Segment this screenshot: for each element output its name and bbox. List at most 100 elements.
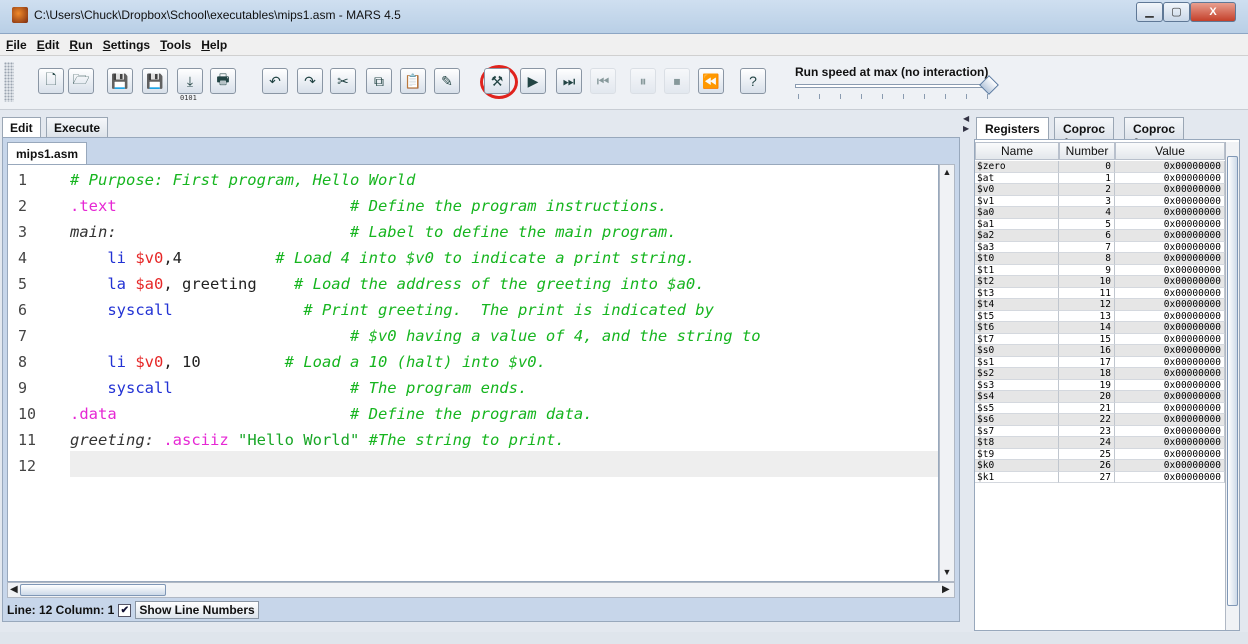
menu-edit[interactable]: Edit bbox=[33, 34, 64, 56]
code-line[interactable]: syscall # The program ends. bbox=[70, 379, 527, 397]
column-header-number[interactable]: Number bbox=[1059, 142, 1115, 160]
registers-vertical-scrollbar[interactable] bbox=[1225, 142, 1239, 630]
tab-registers[interactable]: Registers bbox=[976, 117, 1049, 139]
tab-coproc0[interactable]: Coproc 0 bbox=[1124, 117, 1184, 150]
scroll-right-icon[interactable]: ▶ bbox=[942, 584, 950, 595]
code-line[interactable]: # $v0 having a value of 4, and the strin… bbox=[70, 327, 761, 345]
registers-scroll-thumb[interactable] bbox=[1227, 156, 1238, 606]
maximize-button[interactable]: ▢ bbox=[1163, 2, 1190, 22]
register-value[interactable]: 0x00000000 bbox=[1115, 195, 1225, 207]
code-line[interactable]: li $v0,4 # Load 4 into $v0 to indicate a… bbox=[70, 249, 695, 267]
backstep-icon[interactable]: ⏮ bbox=[590, 68, 616, 94]
run-speed-slider[interactable] bbox=[795, 84, 995, 88]
table-row[interactable]: $t1 9 0x00000000 bbox=[975, 264, 1225, 276]
register-value[interactable]: 0x00000000 bbox=[1115, 207, 1225, 219]
table-row[interactable]: $t4 12 0x00000000 bbox=[975, 299, 1225, 311]
code-line[interactable]: greeting: .asciiz "Hello World" #The str… bbox=[70, 431, 565, 449]
register-value[interactable]: 0x00000000 bbox=[1115, 391, 1225, 403]
table-row[interactable]: $t5 13 0x00000000 bbox=[975, 310, 1225, 322]
table-row[interactable]: $t7 15 0x00000000 bbox=[975, 333, 1225, 345]
table-row[interactable]: $s2 18 0x00000000 bbox=[975, 368, 1225, 380]
register-value[interactable]: 0x00000000 bbox=[1115, 460, 1225, 472]
table-row[interactable]: $v0 2 0x00000000 bbox=[975, 184, 1225, 196]
table-row[interactable]: $k0 26 0x00000000 bbox=[975, 460, 1225, 472]
register-value[interactable]: 0x00000000 bbox=[1115, 161, 1225, 173]
table-row[interactable]: $t2 10 0x00000000 bbox=[975, 276, 1225, 288]
table-row[interactable]: $t8 24 0x00000000 bbox=[975, 437, 1225, 449]
step-icon[interactable]: ⏭ bbox=[556, 68, 582, 94]
register-value[interactable]: 0x00000000 bbox=[1115, 172, 1225, 184]
editor-vertical-scrollbar[interactable]: ▲ ▼ bbox=[939, 164, 955, 582]
table-row[interactable]: $s1 17 0x00000000 bbox=[975, 356, 1225, 368]
column-header-value[interactable]: Value bbox=[1115, 142, 1225, 160]
table-row[interactable]: $s5 21 0x00000000 bbox=[975, 402, 1225, 414]
code-line[interactable]: syscall # Print greeting. The print is i… bbox=[70, 301, 714, 319]
register-value[interactable]: 0x00000000 bbox=[1115, 253, 1225, 265]
code-line[interactable]: la $a0, greeting # Load the address of t… bbox=[70, 275, 704, 293]
table-row[interactable]: $s0 16 0x00000000 bbox=[975, 345, 1225, 357]
table-row[interactable]: $a1 5 0x00000000 bbox=[975, 218, 1225, 230]
table-row[interactable]: $s3 19 0x00000000 bbox=[975, 379, 1225, 391]
table-row[interactable]: $a0 4 0x00000000 bbox=[975, 207, 1225, 219]
collapse-left-icon[interactable]: ◀ bbox=[963, 114, 969, 123]
code-line[interactable]: main: # Label to define the main program… bbox=[70, 223, 677, 241]
table-row[interactable]: $t6 14 0x00000000 bbox=[975, 322, 1225, 334]
register-value[interactable]: 0x00000000 bbox=[1115, 425, 1225, 437]
table-row[interactable]: $k1 27 0x00000000 bbox=[975, 471, 1225, 483]
save-as-icon[interactable]: 💾 bbox=[142, 68, 168, 94]
table-row[interactable]: $s6 22 0x00000000 bbox=[975, 414, 1225, 426]
stop-icon[interactable]: ⏹ bbox=[664, 68, 690, 94]
show-line-numbers-checkbox[interactable]: ✔ bbox=[118, 603, 132, 617]
register-value[interactable]: 0x00000000 bbox=[1115, 471, 1225, 483]
new-icon[interactable]: 🗋 bbox=[38, 68, 64, 94]
bottom-splitter[interactable] bbox=[0, 632, 1248, 644]
open-icon[interactable]: 🗁 bbox=[68, 68, 94, 94]
reset-icon[interactable]: ⏪ bbox=[698, 68, 724, 94]
table-row[interactable]: $zero 0 0x00000000 bbox=[975, 161, 1225, 173]
register-value[interactable]: 0x00000000 bbox=[1115, 276, 1225, 288]
run-icon[interactable]: ▶ bbox=[520, 68, 546, 94]
table-row[interactable]: $s4 20 0x00000000 bbox=[975, 391, 1225, 403]
table-row[interactable]: $t3 11 0x00000000 bbox=[975, 287, 1225, 299]
scroll-left-icon[interactable]: ◀ bbox=[10, 584, 18, 595]
register-value[interactable]: 0x00000000 bbox=[1115, 230, 1225, 242]
close-button[interactable]: X bbox=[1190, 2, 1236, 22]
register-value[interactable]: 0x00000000 bbox=[1115, 414, 1225, 426]
column-header-name[interactable]: Name bbox=[975, 142, 1059, 160]
paste-icon[interactable]: 📋 bbox=[400, 68, 426, 94]
register-value[interactable]: 0x00000000 bbox=[1115, 322, 1225, 334]
editor-horizontal-scrollbar[interactable]: ◀ ▶ bbox=[7, 582, 955, 598]
find-replace-icon[interactable]: ✎ bbox=[434, 68, 460, 94]
register-value[interactable]: 0x00000000 bbox=[1115, 241, 1225, 253]
code-line[interactable]: .text # Define the program instructions. bbox=[70, 197, 667, 215]
menu-help[interactable]: Help bbox=[197, 34, 231, 56]
register-value[interactable]: 0x00000000 bbox=[1115, 345, 1225, 357]
undo-icon[interactable]: ↶ bbox=[262, 68, 288, 94]
print-icon[interactable]: 🖶 bbox=[210, 68, 236, 94]
code-line[interactable]: # Purpose: First program, Hello World bbox=[70, 171, 415, 189]
register-value[interactable]: 0x00000000 bbox=[1115, 310, 1225, 322]
menu-file[interactable]: File bbox=[2, 34, 31, 56]
mars-app-icon[interactable] bbox=[12, 7, 28, 23]
collapse-right-icon[interactable]: ▶ bbox=[963, 124, 969, 133]
code-editor[interactable]: 1 2 3 4 5 6 7 8 9 10 11 12 # Purpose: First program,… bbox=[7, 164, 939, 582]
tab-coproc1[interactable]: Coproc 1 bbox=[1054, 117, 1114, 150]
menu-tools[interactable]: Tools bbox=[156, 34, 195, 56]
register-value[interactable]: 0x00000000 bbox=[1115, 379, 1225, 391]
toolbar-grip[interactable] bbox=[4, 62, 14, 102]
tab-execute[interactable]: Execute bbox=[46, 117, 109, 137]
register-value[interactable]: 0x00000000 bbox=[1115, 356, 1225, 368]
code-line[interactable]: li $v0, 10 # Load a 10 (halt) into $v0. bbox=[70, 353, 546, 371]
tab-edit[interactable]: Edit bbox=[2, 117, 41, 137]
table-row[interactable]: $t0 8 0x00000000 bbox=[975, 253, 1225, 265]
copy-icon[interactable]: ⧉ bbox=[366, 68, 392, 94]
pause-icon[interactable]: ⏸ bbox=[630, 68, 656, 94]
register-value[interactable]: 0x00000000 bbox=[1115, 264, 1225, 276]
pane-splitter[interactable]: ◀ ▶ bbox=[962, 112, 970, 632]
assemble-icon[interactable]: ⚒ bbox=[484, 68, 510, 94]
menu-run[interactable]: Run bbox=[65, 34, 96, 56]
horizontal-scroll-thumb[interactable] bbox=[20, 584, 166, 596]
table-row[interactable]: $a2 6 0x00000000 bbox=[975, 230, 1225, 242]
scroll-down-icon[interactable]: ▼ bbox=[942, 567, 952, 577]
table-row[interactable]: $v1 3 0x00000000 bbox=[975, 195, 1225, 207]
